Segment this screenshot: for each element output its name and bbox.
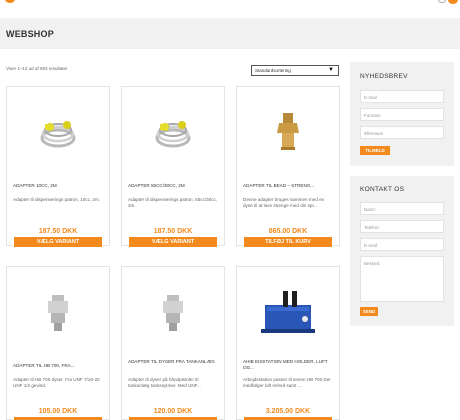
subscribe-button[interactable]: TILMELD	[360, 146, 390, 155]
dropdown-arrow-icon: ▼	[328, 67, 334, 73]
newsletter-widget: NYHEDSBREV E-mail Fornavn Efternavn TILM…	[350, 62, 454, 166]
contact-message-field[interactable]: Besked:	[360, 256, 444, 302]
product-price: 187.50 DKK	[38, 228, 78, 235]
product-card[interactable]: AHIB EISSTATION MED HOLDER, LUFT OG... A…	[236, 266, 340, 420]
result-count: Viser 1–12 ud af 593 resultater	[6, 66, 68, 71]
product-price: 187.50 DKK	[153, 228, 193, 235]
product-image-brass-adapter[interactable]	[237, 87, 339, 175]
product-name[interactable]: ADAPTER TIL HB 700, FRA...	[13, 363, 75, 368]
product-image-work-station[interactable]	[237, 267, 339, 355]
contact-phone-field[interactable]: Telefon:	[360, 220, 444, 233]
search-icon[interactable]	[438, 0, 446, 3]
newsletter-title: NYHEDSBREV	[360, 73, 408, 80]
product-image-coiled-hose[interactable]	[122, 87, 224, 175]
product-price: 120.00 DKK	[153, 408, 193, 415]
product-card[interactable]: ADAPTER TIL BEAD – STRENG... Denne adapt…	[236, 86, 340, 247]
add-to-cart-button[interactable]: TILFØJ TIL KURV	[244, 237, 332, 247]
product-image-metal-adapter[interactable]	[122, 267, 224, 355]
product-description: Adapter til HB 700 dyser. Fra UNF 7/16-2…	[13, 377, 100, 388]
product-price: 105.00 DKK	[38, 408, 78, 415]
product-card[interactable]: ADAPTER 10CC, 2M Adapter til dispenserin…	[6, 86, 110, 247]
contact-email-field[interactable]: E-mail:	[360, 238, 444, 251]
contact-widget: KONTAKT OS Navn: Telefon: E-mail: Besked…	[350, 176, 454, 326]
product-image-coiled-hose[interactable]	[7, 87, 109, 175]
select-variant-button[interactable]: VÆLG VARIANT	[14, 237, 102, 247]
cart-icon[interactable]	[448, 0, 458, 4]
product-name[interactable]: ADAPTER 55CC/30CC, 2M	[128, 183, 185, 188]
select-variant-button[interactable]: VÆLG VARIANT	[129, 237, 217, 247]
top-bar	[0, 0, 460, 14]
product-description: Adapter til dyser på håndpistoler til ta…	[128, 377, 201, 388]
newsletter-lastname-field[interactable]: Efternavn	[360, 126, 444, 139]
newsletter-firstname-field[interactable]: Fornavn	[360, 108, 444, 121]
product-card[interactable]: ADAPTER TIL HB 700, FRA... Adapter til H…	[6, 266, 110, 420]
product-name[interactable]: AHIB EISSTATION MED HOLDER, LUFT OG...	[243, 359, 333, 371]
sort-select[interactable]: Standardsortering ▼	[251, 65, 339, 76]
page-title-bar: WEBSHOP	[0, 18, 460, 49]
product-image-metal-adapter[interactable]	[7, 267, 109, 355]
product-description: Denne adapter bruges sammen med en dyse …	[243, 197, 325, 208]
logo-icon[interactable]	[5, 0, 15, 3]
product-price: 3.205.00 DKK	[265, 408, 311, 415]
contact-title: KONTAKT OS	[360, 186, 405, 193]
sort-selected-value: Standardsortering	[255, 68, 291, 73]
product-card[interactable]: ADAPTER 55CC/30CC, 2M Adapter til dispen…	[121, 86, 225, 247]
newsletter-email-field[interactable]: E-mail	[360, 90, 444, 103]
product-name[interactable]: ADAPTER TIL DYSER FRA TANKANLÆG	[128, 359, 218, 365]
product-description: Adapter til dispenserings patron, 10cc, …	[13, 197, 101, 202]
product-description: Adapter til dispenserings patron, 55cc/3…	[128, 197, 218, 208]
page-title: WEBSHOP	[6, 29, 54, 39]
contact-name-field[interactable]: Navn:	[360, 202, 444, 215]
product-card[interactable]: ADAPTER TIL DYSER FRA TANKANLÆG Adapter …	[121, 266, 225, 420]
product-name[interactable]: ADAPTER 10CC, 2M	[13, 183, 57, 188]
product-description: Arbejdsstation passer til serien HB 700.…	[243, 377, 331, 388]
product-name[interactable]: ADAPTER TIL BEAD – STRENG...	[243, 183, 314, 188]
send-button[interactable]: SEND	[360, 307, 378, 316]
product-price: 865.00 DKK	[268, 228, 308, 235]
